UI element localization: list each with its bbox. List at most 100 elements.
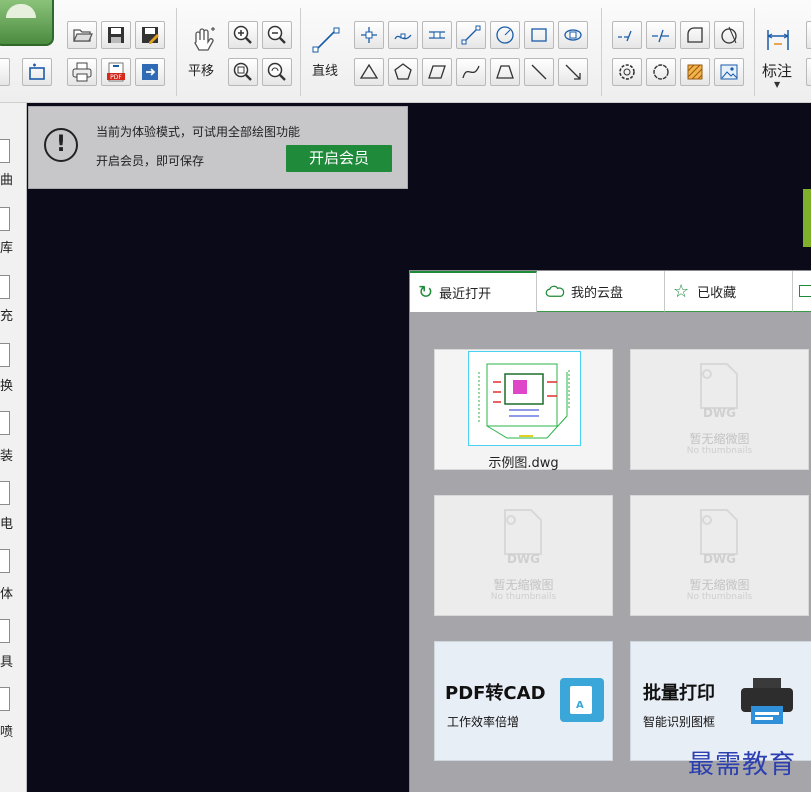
new-tab-button[interactable]	[22, 58, 52, 86]
left-tool-button[interactable]	[0, 207, 10, 231]
left-tool-button[interactable]	[0, 411, 10, 435]
printer-icon	[741, 678, 793, 724]
cloud-tool-button[interactable]	[646, 58, 676, 86]
circle-button[interactable]	[490, 21, 520, 49]
double-line-icon	[429, 31, 445, 39]
drawing-thumbnail	[468, 351, 581, 446]
line-icon	[312, 27, 340, 53]
pan-button[interactable]: 平移	[186, 24, 222, 84]
export-image-button[interactable]	[135, 58, 165, 86]
save-hint: 开启会员，即可保存	[96, 154, 205, 168]
dropdown-arrow-icon: ▼	[774, 80, 781, 89]
left-tool-button[interactable]	[0, 687, 10, 711]
pdf-to-cad-promo[interactable]: PDF转CAD 工作效率倍增 A	[434, 641, 613, 761]
partial-right-button[interactable]	[806, 21, 811, 49]
no-thumbnail-text: 暂无缩微图	[493, 578, 554, 592]
toolbar-separator	[601, 8, 602, 96]
extend-line-icon	[652, 29, 669, 43]
cloud-icon	[545, 285, 565, 297]
zoom-window-icon	[233, 62, 252, 81]
block-button[interactable]	[558, 21, 588, 49]
recent-file-placeholder[interactable]: DWG 暂无缩微图 No thumbnails	[434, 495, 613, 616]
tab-cloud[interactable]: 我的云盘	[537, 271, 665, 312]
left-tool-label: 具	[0, 655, 14, 670]
zoom-window-button[interactable]	[228, 58, 258, 86]
trim-button[interactable]	[612, 21, 642, 49]
tab-partial[interactable]	[793, 271, 811, 312]
left-tool-button[interactable]	[0, 619, 10, 643]
polyline-icon	[361, 27, 377, 43]
polygon-button[interactable]	[388, 58, 418, 86]
tab-recent-label: 最近打开	[439, 287, 492, 302]
arrow-line-button[interactable]	[558, 58, 588, 86]
open-button[interactable]	[67, 21, 97, 49]
zoom-previous-button[interactable]	[262, 58, 292, 86]
zoom-in-button[interactable]	[228, 21, 258, 49]
batch-print-promo[interactable]: 批量打印 智能识别图框	[630, 641, 811, 761]
tab-recent[interactable]: ↻ 最近打开	[410, 271, 537, 312]
partial-button[interactable]	[0, 58, 10, 86]
dwg-badge: DWG	[702, 406, 737, 420]
recent-file-placeholder[interactable]: DWG 暂无缩微图 No thumbnails	[630, 349, 809, 470]
promo-subtitle: 智能识别图框	[643, 715, 716, 729]
block-icon	[564, 29, 582, 41]
fillet-icon	[687, 27, 703, 43]
chamfer-icon	[721, 26, 737, 44]
fillet-button[interactable]	[680, 21, 710, 49]
partial-right-button-2[interactable]	[806, 58, 811, 86]
left-tool-button[interactable]	[0, 481, 10, 505]
pentagon-icon	[394, 63, 412, 80]
dwg-file-icon	[504, 509, 542, 555]
save-as-button[interactable]	[135, 21, 165, 49]
diagonal-line-button[interactable]	[524, 58, 554, 86]
extend-button[interactable]	[646, 21, 676, 49]
save-button[interactable]	[101, 21, 131, 49]
curve-button[interactable]	[456, 58, 486, 86]
revision-cloud-icon	[653, 64, 669, 80]
save-icon	[108, 27, 124, 43]
recent-file-card[interactable]: 示例图.dwg	[434, 349, 613, 471]
left-tool-button[interactable]	[0, 139, 10, 163]
chamfer-button[interactable]	[714, 21, 744, 49]
left-tool-label: 装	[0, 449, 14, 464]
app-logo[interactable]	[0, 0, 54, 46]
dimension-button[interactable]: 标注 ▼	[760, 24, 800, 90]
recent-file-placeholder[interactable]: DWG 暂无缩微图 No thumbnails	[630, 495, 809, 616]
left-tool-button[interactable]	[0, 275, 10, 299]
canvas-green-marker	[803, 189, 811, 247]
left-tool-button[interactable]	[0, 549, 10, 573]
polyline-button[interactable]	[354, 21, 384, 49]
export-pdf-button[interactable]: PDF	[101, 58, 131, 86]
triangle-button[interactable]	[354, 58, 384, 86]
toolbar-separator	[176, 8, 177, 96]
left-tool-label: 充	[0, 309, 14, 324]
arrow-line-icon	[565, 64, 581, 80]
promo-title: PDF转CAD	[445, 683, 546, 704]
left-tool-label: 喷	[0, 725, 14, 740]
left-tool-button[interactable]	[0, 343, 10, 367]
rectangle-button[interactable]	[524, 21, 554, 49]
dwg-badge: DWG	[506, 552, 541, 566]
zoom-out-button[interactable]	[262, 21, 292, 49]
parallelogram-button[interactable]	[422, 58, 452, 86]
open-membership-button[interactable]: 开启会员	[286, 145, 392, 172]
xline-button[interactable]	[456, 21, 486, 49]
toolbar-separator	[754, 8, 755, 96]
toolbar-separator	[300, 8, 301, 96]
gear-tool-button[interactable]	[612, 58, 642, 86]
start-panel: ↻ 最近打开 我的云盘 ☆ 已收藏 示例图.dwg DWG 暂无缩微图 No t…	[409, 270, 811, 792]
floorplan-preview	[478, 363, 570, 439]
hatch-button[interactable]	[680, 58, 710, 86]
rect-line-button[interactable]	[422, 21, 452, 49]
spline-button[interactable]	[388, 21, 418, 49]
dwg-file-icon	[700, 509, 738, 555]
trapezoid-button[interactable]	[490, 58, 520, 86]
new-tab-icon	[29, 63, 45, 80]
tab-favorites[interactable]: ☆ 已收藏	[665, 271, 793, 312]
zoom-in-icon	[233, 25, 252, 44]
insert-image-button[interactable]	[714, 58, 744, 86]
export-icon	[142, 64, 158, 80]
diagonal-line-icon	[531, 64, 547, 80]
print-button[interactable]	[67, 58, 97, 86]
line-tool-button[interactable]: 直线	[308, 24, 348, 84]
